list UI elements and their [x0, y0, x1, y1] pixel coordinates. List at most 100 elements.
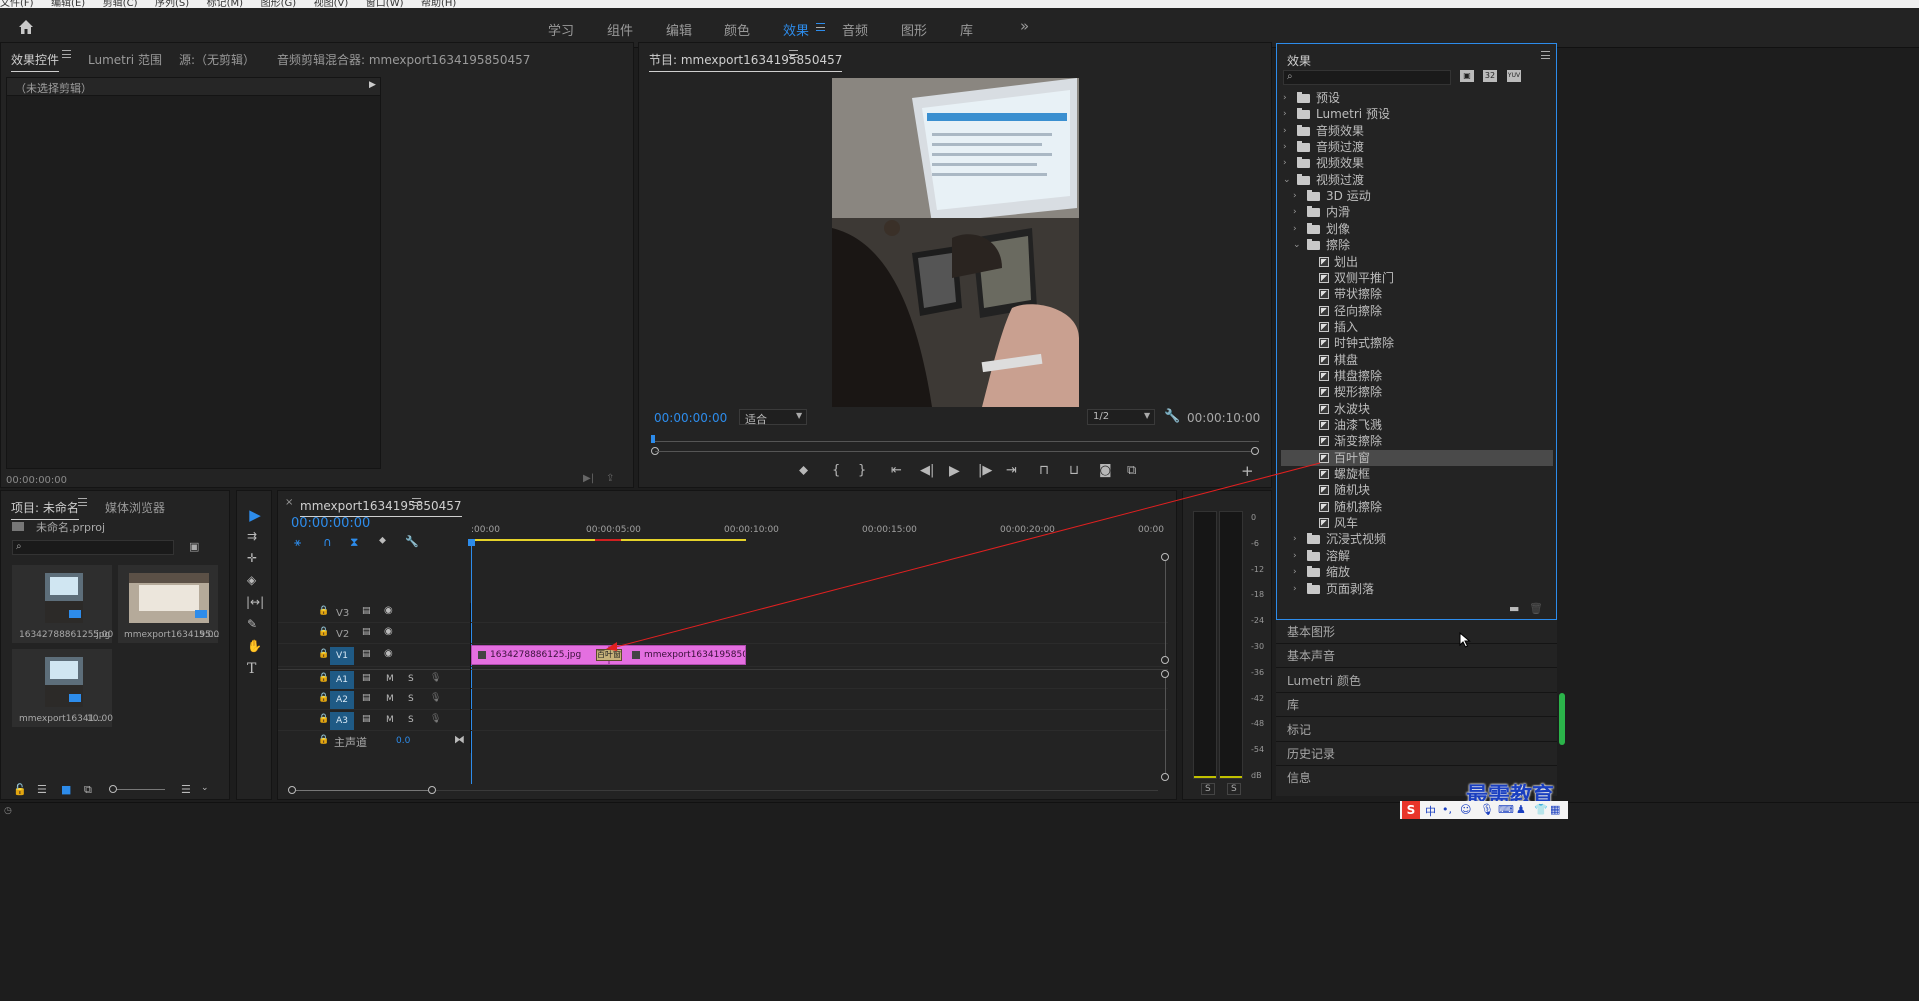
ime-emoji-icon[interactable]: ☺	[1460, 803, 1471, 816]
effects-tree-item[interactable]: ⌄ 擦除	[1281, 237, 1553, 253]
workspace-tab-graphics[interactable]: 图形	[901, 20, 927, 39]
hand-tool-icon[interactable]: ✋	[247, 639, 262, 653]
effects-tree-item[interactable]: 棋盘擦除	[1281, 368, 1553, 384]
film-icon[interactable]: ▤	[362, 673, 371, 683]
effects-tree-item[interactable]: 百叶窗	[1281, 449, 1553, 466]
linked-selection-icon[interactable]: ⧗	[350, 535, 358, 550]
effects-tree-item[interactable]: 划出	[1281, 254, 1553, 270]
microphone-icon[interactable]: 🎙	[430, 673, 441, 683]
effects-tree-item[interactable]: 时钟式擦除	[1281, 335, 1553, 351]
program-scrubber[interactable]	[651, 433, 1259, 455]
lock-icon[interactable]: 🔒	[318, 735, 329, 745]
timeline-settings-icon[interactable]: 🔧	[405, 535, 419, 548]
lock-icon[interactable]: 🔓	[13, 783, 27, 796]
ime-skin-icon[interactable]: 👕	[1534, 803, 1548, 816]
track-target-a2[interactable]: A2	[330, 691, 354, 709]
lock-icon[interactable]: 🔒	[318, 693, 329, 703]
menu-edit[interactable]: 编辑(E)	[51, 0, 85, 8]
menu-window[interactable]: 窗口(W)	[366, 0, 404, 8]
filter-icon[interactable]: ▶|	[583, 473, 594, 484]
mark-in-icon[interactable]: {	[832, 463, 840, 479]
effects-tree-item[interactable]: › 预设	[1281, 90, 1553, 106]
menu-help[interactable]: 帮助(H)	[421, 0, 456, 8]
add-marker-icon[interactable]: ⬥	[379, 535, 386, 546]
workspace-tab-color[interactable]: 颜色	[724, 20, 750, 39]
yuv-effects-icon[interactable]: YUV	[1507, 70, 1521, 82]
menu-graphics[interactable]: 图形(G)	[261, 0, 297, 8]
film-icon[interactable]: ▤	[362, 606, 371, 616]
sogou-logo-icon[interactable]: S	[1402, 801, 1420, 819]
chevron-right-icon[interactable]: ›	[1293, 531, 1297, 547]
microphone-icon[interactable]: 🎙	[430, 714, 441, 724]
menu-view[interactable]: 视图(V)	[314, 0, 349, 8]
effects-tree-item[interactable]: › 音频过渡	[1281, 139, 1553, 155]
chevron-right-icon[interactable]: ›	[1283, 90, 1287, 106]
chevron-right-icon[interactable]: ›	[1283, 139, 1287, 155]
mute-button[interactable]: M	[386, 715, 394, 725]
effects-tree-item[interactable]: › 缩放	[1281, 564, 1553, 580]
home-icon[interactable]	[18, 19, 34, 35]
effects-tree-item[interactable]: › 视频效果	[1281, 155, 1553, 171]
lift-icon[interactable]: ⊓	[1039, 463, 1049, 479]
effects-tree-item[interactable]: › 溶解	[1281, 548, 1553, 564]
effects-tree-item[interactable]: › 划像	[1281, 221, 1553, 237]
lock-icon[interactable]: 🔒	[318, 606, 329, 616]
chevron-right-icon[interactable]: ›	[1293, 564, 1297, 580]
panel-essential-graphics[interactable]: 基本图形	[1276, 620, 1557, 644]
ime-grid-icon[interactable]: ▦	[1550, 803, 1560, 816]
project-menu-icon[interactable]	[78, 498, 87, 506]
chevron-down-icon[interactable]: ⌄	[201, 783, 209, 793]
sequence-menu-icon[interactable]	[412, 498, 421, 506]
effects-panel-title[interactable]: 效果	[1287, 52, 1312, 73]
microphone-icon[interactable]: 🎙	[430, 693, 441, 703]
slip-tool-icon[interactable]: |↔|	[246, 595, 264, 609]
project-search[interactable]: ⌕	[12, 540, 174, 555]
extract-icon[interactable]: ⊔	[1069, 463, 1079, 479]
tab-project[interactable]: 项目: 未命名	[11, 499, 79, 520]
sort-icon[interactable]: ☰	[181, 783, 191, 796]
workspace-tab-audio[interactable]: 音频	[842, 20, 868, 39]
lock-icon[interactable]: 🔒	[318, 649, 329, 659]
snap-icon[interactable]: ∩	[323, 535, 332, 549]
ime-user-icon[interactable]: ♟	[1516, 803, 1526, 816]
mark-out-icon[interactable]: }	[858, 463, 866, 479]
effects-tree-item[interactable]: ⌄ 视频过渡	[1281, 172, 1553, 188]
track-target-v1[interactable]: V1	[330, 647, 354, 665]
chevron-right-icon[interactable]: ›	[1293, 548, 1297, 564]
workspace-effects-menu-icon[interactable]	[816, 23, 825, 31]
menu-sequence[interactable]: 序列(S)	[155, 0, 189, 8]
menu-marker[interactable]: 标记(M)	[207, 0, 243, 8]
effects-tree-item[interactable]: › 音频效果	[1281, 123, 1553, 139]
add-button-icon[interactable]: +	[1241, 463, 1254, 479]
chevron-right-icon[interactable]: ›	[1283, 155, 1287, 171]
chevron-right-icon[interactable]: ›	[1293, 188, 1297, 204]
effects-tree-item[interactable]: 螺旋框	[1281, 466, 1553, 482]
ripple-edit-tool-icon[interactable]: ✛	[247, 551, 257, 565]
new-search-bin-icon[interactable]: ▣	[189, 540, 199, 553]
chevron-right-icon[interactable]: ›	[1293, 581, 1297, 597]
panel-essential-sound[interactable]: 基本声音	[1276, 644, 1557, 668]
effects-panel-menu-icon[interactable]	[1541, 51, 1550, 59]
effects-tree-item[interactable]: 径向擦除	[1281, 303, 1553, 319]
list-view-icon[interactable]: ☰	[37, 783, 47, 796]
effects-tree-item[interactable]: 油漆飞溅	[1281, 417, 1553, 433]
close-icon[interactable]: ×	[285, 497, 293, 508]
tab-media-browser[interactable]: 媒体浏览器	[105, 499, 165, 516]
effects-tree-item[interactable]: 插入	[1281, 319, 1553, 335]
tab-effect-controls[interactable]: 效果控件	[11, 51, 60, 72]
resolution-dropdown[interactable]: 1/2 ▼	[1087, 409, 1155, 425]
timeline-hscroll[interactable]	[288, 785, 1158, 795]
workspace-tab-learn[interactable]: 学习	[548, 20, 574, 39]
new-bin-icon[interactable]: ▬	[1509, 602, 1519, 615]
effects-tree-item[interactable]: 随机擦除	[1281, 499, 1553, 515]
track-name[interactable]: V3	[336, 608, 349, 619]
32bit-effects-icon[interactable]: 32	[1483, 70, 1497, 82]
pen-tool-icon[interactable]: ✎	[247, 617, 257, 631]
chevron-right-icon[interactable]: ›	[1283, 123, 1287, 139]
go-to-end-icon[interactable]: ⧓	[454, 733, 465, 746]
fit-dropdown[interactable]: 适合 ▼	[739, 409, 807, 426]
lock-icon[interactable]: 🔒	[318, 627, 329, 637]
side-scrollbar[interactable]	[1559, 693, 1565, 745]
program-monitor-title[interactable]: 节目: mmexport1634195850457	[649, 51, 843, 72]
effects-tree-item[interactable]: 带状擦除	[1281, 286, 1553, 302]
